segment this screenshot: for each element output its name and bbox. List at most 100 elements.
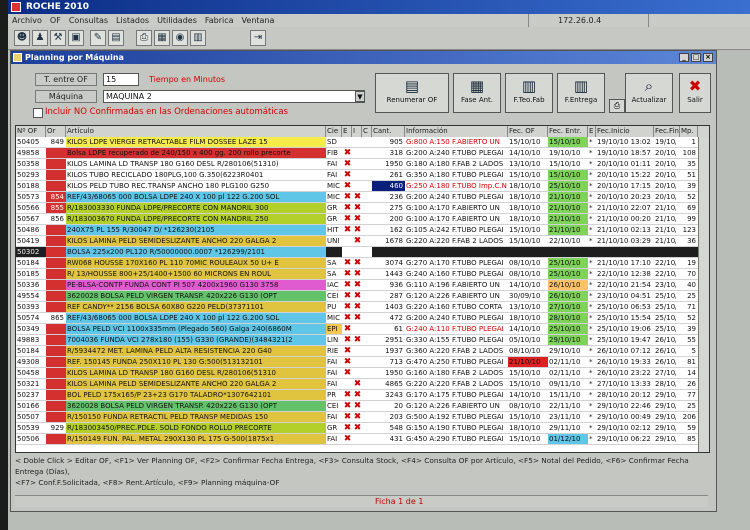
window-icon[interactable]: ▤	[108, 30, 124, 46]
column-header[interactable]: Cant.	[372, 126, 405, 137]
salir-button[interactable]: ✖ Salir	[679, 73, 711, 113]
table-row[interactable]: 50567 856 R/183003670 FUNDA LDPE/PRECORTE …	[16, 214, 709, 225]
cell-mp: 52	[676, 192, 698, 202]
column-header[interactable]: Cie	[326, 126, 342, 137]
table-row[interactable]: 50349 BOLSA PELD VCI 1100x335mm (Plegado …	[16, 324, 709, 335]
cell-fecof: 15/10/10	[508, 236, 548, 246]
column-header[interactable]: Fec. OF	[508, 126, 548, 137]
cell-art: PE-BLSA-CONTP FUNDA CONT PI 507 4200x196…	[66, 280, 326, 290]
cell-cant: 1443	[372, 269, 405, 279]
cell-i	[352, 357, 362, 367]
table-row[interactable]: 50166 3620028 BOLSA PELD VIRGEN TRANSP. 4…	[16, 401, 709, 412]
minimize-button[interactable]: _	[679, 53, 689, 62]
table-row[interactable]: 50302 BOLSA 225x200 PL120 R/50000000.0007…	[16, 247, 709, 258]
calendar-icon[interactable]: ▥	[190, 30, 206, 46]
table-row[interactable]: 50293 KILOS TUBO RECICLADO 180PLG,100 G.3…	[16, 170, 709, 181]
menu-archivo[interactable]: Archivo	[8, 14, 46, 27]
menu-utilidades[interactable]: Utilidades	[153, 14, 201, 27]
cell-info: G:160 A:180 F.FAB 2 LADOS	[405, 368, 508, 378]
column-header[interactable]: Fec.Inicio	[596, 126, 654, 137]
column-header[interactable]: Nº OF	[16, 126, 46, 137]
cell-c	[362, 280, 372, 290]
exit-door-icon[interactable]: ⇥	[250, 30, 266, 46]
table-row[interactable]: 50405 849 KILOS LDPE VIERGE RETRACTABLE FI…	[16, 137, 709, 148]
menu-ventana[interactable]: Ventana	[238, 14, 279, 27]
table-row[interactable]: 50358 KILOS LAMINA LD TRANSP 180 G160 DES…	[16, 159, 709, 170]
table-row[interactable]: 50188 KILOS PELD TUBO REC.TRANSP ANCHO 18…	[16, 181, 709, 192]
table-row[interactable]: 50321 KILOS LAMINA PELD SEMIDESLIZANTE AN…	[16, 379, 709, 390]
cell-mp: 39	[676, 324, 698, 334]
table-row[interactable]: 50336 PE-BLSA-CONTP FUNDA CONT PI 507 420…	[16, 280, 709, 291]
globe-icon[interactable]: ◉	[172, 30, 188, 46]
cell-ee: *	[588, 423, 596, 433]
chart-icon[interactable]: ▦	[154, 30, 170, 46]
table-row[interactable]: 50566 855 R/183003330 FUNDA LDPE/PRECORTE …	[16, 203, 709, 214]
maquina-select[interactable]: MAQUINA 2	[103, 90, 365, 103]
table-row[interactable]: 50237 BOL PELD 175x165/P 23+23 G170 TALAD…	[16, 390, 709, 401]
menu-listados[interactable]: Listados	[112, 14, 153, 27]
fase-ant-button[interactable]: ▦ Fase Ant.	[453, 73, 501, 113]
f-teo-fab-button[interactable]: ▥ F.Teo.Fab	[505, 73, 553, 113]
cell-art: 7004036 FUNDA VCI 278x180 (155) G330 (GR…	[66, 335, 326, 345]
cell-ini: 19/10/10 13:02	[596, 137, 654, 147]
incluir-checkbox[interactable]	[33, 108, 43, 118]
renumerar-of-button[interactable]: ▤ Renumerar OF	[375, 73, 449, 113]
edit-icon[interactable]: ✎	[90, 30, 106, 46]
menu-fabrica[interactable]: Fabrica	[201, 14, 238, 27]
table-row[interactable]: 50574 865 REF/43/68065 000 BOLSA LDPE 240 …	[16, 313, 709, 324]
users-icon[interactable]: ☻	[14, 30, 30, 46]
f-entrega-button[interactable]: ▥ F.Entrega	[557, 73, 605, 113]
vertical-scrollbar[interactable]	[698, 137, 709, 452]
cell-ini: 20/10/10 20:23	[596, 192, 654, 202]
table-row[interactable]: 50419 KILOS LAMINA PELD SEMIDESLIZANTE AN…	[16, 236, 709, 247]
cell-art: KILOS LAMINA PELD SEMIDESLIZANTE ANCHO 2…	[66, 236, 326, 246]
t-entre-of-input[interactable]: 15	[103, 73, 139, 86]
table-row[interactable]: 50185 R/ 13/HOUSSE 800+25/1400+1500 60 MI…	[16, 269, 709, 280]
column-header[interactable]: E	[588, 126, 596, 137]
table-row[interactable]: 50486 240X75 PL 155 R/30047 D/ *126230(21…	[16, 225, 709, 236]
column-header[interactable]: Or	[46, 126, 66, 137]
print-icon[interactable]: ⎙	[136, 30, 152, 46]
cell-of: 50405	[16, 137, 46, 147]
column-header[interactable]: Información	[405, 126, 508, 137]
column-header[interactable]: Fec. Entr.	[548, 126, 588, 137]
chevron-down-icon[interactable]: ▼	[355, 91, 365, 102]
cell-art: KILOS LDPE VIERGE RETRACTABLE FILM DOSSE…	[66, 137, 326, 147]
table-row[interactable]: 50539 929 R/183003450/PREC.PDLE. SOLD FOND…	[16, 423, 709, 434]
cell-mp: 25	[676, 401, 698, 411]
table-row[interactable]: 50393 REF CANDY** 2156 BOLSA 60X80 G220 P…	[16, 302, 709, 313]
cell-c	[362, 203, 372, 213]
table-row[interactable]: 49858 Bolsa LDPE recuperado de 240/150 x …	[16, 148, 709, 159]
maximize-button[interactable]: □	[691, 53, 701, 62]
table-row[interactable]: 50573 854 REF/43/68065 000 BOLSA LDPE 240 …	[16, 192, 709, 203]
table-row[interactable]: 49308 REF. 150145 FUNDA 250X110 PL 130 G:…	[16, 357, 709, 368]
actualizar-button[interactable]: ⌕ Actualizar	[625, 73, 673, 113]
table-row[interactable]: 50507 R/150150 FUNDA RETRACTIL PELD TRANS…	[16, 412, 709, 423]
table-row[interactable]: 49554 3620028 BOLSA PELD VIRGEN TRANSP. 4…	[16, 291, 709, 302]
table-row[interactable]: 50458 KILOS LAMINA LD TRANSP 180 G160 DES…	[16, 368, 709, 379]
cell-of: 49858	[16, 148, 46, 158]
table-row[interactable]: 50184 R/5934472 MET. LAMINA PELD ALTA RES…	[16, 346, 709, 357]
cell-ini: 29/10/10 02:12	[596, 423, 654, 433]
cross-icon: ✖	[352, 236, 362, 246]
column-header[interactable]: E	[342, 126, 352, 137]
cell-c	[362, 159, 372, 169]
table-row[interactable]: 50506 R/150149 FUN. PAL. METAL 290X130 PL…	[16, 434, 709, 445]
column-header[interactable]: Mp.	[680, 126, 698, 137]
column-header[interactable]: I	[352, 126, 362, 137]
table-row[interactable]: 50184 RW068 HOUSSE 170X160 PL 110 70MIC R…	[16, 258, 709, 269]
menu-of[interactable]: OF	[46, 14, 65, 27]
tools-icon[interactable]: ⚒	[50, 30, 66, 46]
person-icon[interactable]: ♟	[32, 30, 48, 46]
column-header[interactable]: Fec.Final	[654, 126, 680, 137]
table-row[interactable]: 49883 7004036 FUNDA VCI 278x180 (155) G33…	[16, 335, 709, 346]
menu-consultas[interactable]: Consultas	[65, 14, 112, 27]
cross-icon: ✖	[352, 225, 362, 235]
box-icon[interactable]: ▣	[68, 30, 84, 46]
cell-fecentr: 09/11/10	[548, 379, 588, 389]
column-header[interactable]: Artículo	[66, 126, 326, 137]
close-button[interactable]: ×	[703, 53, 713, 62]
print-icon[interactable]: ⎙	[609, 99, 625, 113]
column-header[interactable]: C	[362, 126, 372, 137]
cell-cie: CEI	[326, 401, 342, 411]
